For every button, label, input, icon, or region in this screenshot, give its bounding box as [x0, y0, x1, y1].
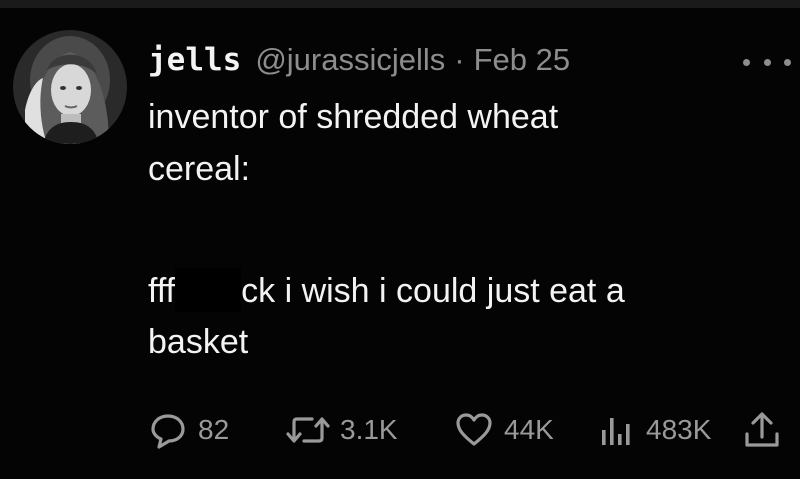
- display-name[interactable]: jells: [148, 42, 241, 78]
- separator-dot: ·: [454, 42, 465, 77]
- more-icon[interactable]: [743, 56, 791, 68]
- post-text-after-redaction: ck i wish i could just eat a: [241, 272, 625, 310]
- like-count: 44K: [504, 414, 554, 445]
- user-handle[interactable]: @jurassicjells: [255, 42, 445, 78]
- share-button[interactable]: [742, 408, 782, 452]
- views-count: 483K: [646, 414, 712, 445]
- repost-icon: [286, 417, 330, 443]
- post-card: jells @jurassicjells · Feb 25 inventor o…: [0, 0, 800, 479]
- avatar[interactable]: [13, 30, 127, 144]
- post-text-line-1: inventor of shredded wheat: [148, 98, 559, 136]
- repost-button[interactable]: 3.1K: [286, 408, 398, 452]
- post-text-line-3: fff ck i wish i could just eat a: [148, 268, 625, 312]
- reply-button[interactable]: 82: [148, 408, 229, 452]
- top-edge-bar: [0, 0, 800, 8]
- post-text-line-2: cereal:: [148, 150, 251, 188]
- reply-count: 82: [198, 414, 230, 445]
- repost-count: 3.1K: [340, 414, 398, 445]
- like-button[interactable]: 44K: [454, 408, 554, 452]
- heart-icon: [456, 413, 492, 446]
- share-icon: [745, 412, 779, 447]
- reply-icon: [151, 414, 185, 449]
- action-bar: 82 3.1K 44K 483K: [148, 408, 788, 452]
- views-icon: [602, 418, 630, 445]
- post-header: jells @jurassicjells · Feb 25: [148, 36, 570, 84]
- post-text-before-redaction: fff: [148, 272, 176, 310]
- views-button[interactable]: 483K: [596, 408, 711, 452]
- redaction-block: [175, 268, 242, 312]
- post-text-line-4: basket: [148, 323, 249, 361]
- post-date[interactable]: Feb 25: [474, 42, 571, 78]
- avatar-photo: [13, 30, 127, 144]
